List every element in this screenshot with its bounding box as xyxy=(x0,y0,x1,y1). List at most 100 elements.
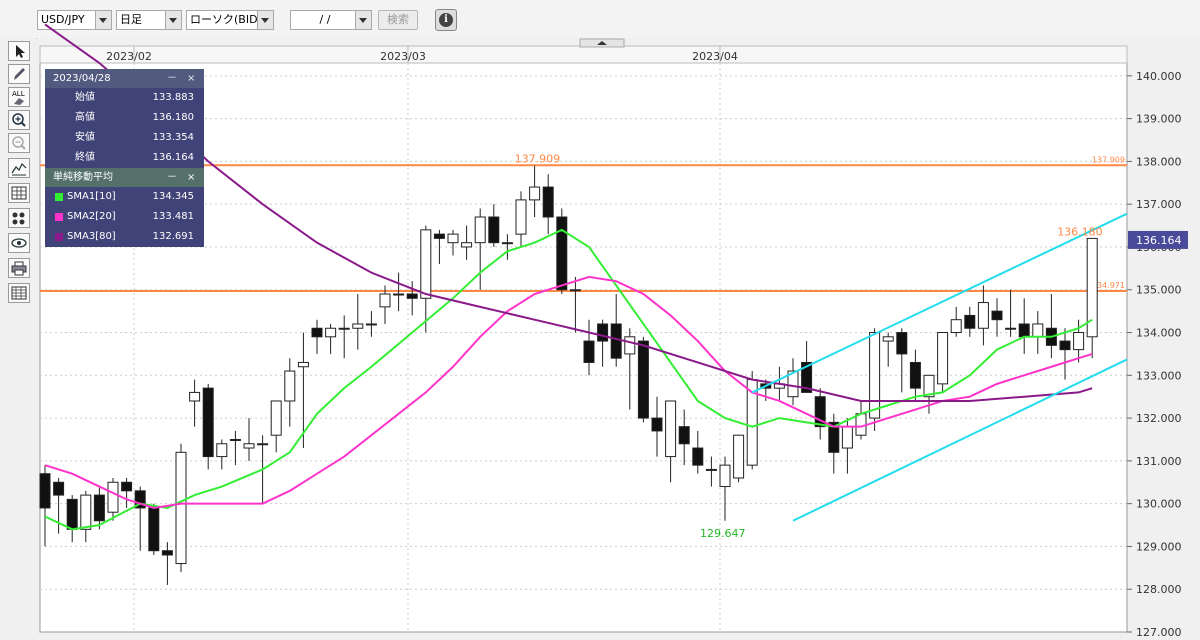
y-tick-label: 128.000 xyxy=(1136,583,1182,596)
sma-minimize-button[interactable]: － xyxy=(167,168,177,187)
y-tick-label: 129.000 xyxy=(1136,540,1182,553)
candle-body xyxy=(624,336,636,355)
sma1-row: SMA1[10] 134.345 xyxy=(45,187,204,207)
candle-body xyxy=(243,443,255,449)
candle xyxy=(937,332,949,393)
open-label: 始値 xyxy=(75,92,95,103)
sma2-row: SMA2[20] 133.481 xyxy=(45,207,204,227)
candle-body xyxy=(39,473,51,509)
low-label: 安値 xyxy=(75,132,95,143)
candle-body xyxy=(93,494,105,522)
candle-body xyxy=(1059,340,1071,351)
candle-body xyxy=(869,332,881,419)
y-tick-label: 127.000 xyxy=(1136,626,1182,639)
high-label: 高値 xyxy=(75,112,95,123)
candle-body xyxy=(229,438,241,441)
candle-body xyxy=(556,216,568,291)
price-annotation: 137.909 xyxy=(515,152,561,165)
candle-body xyxy=(665,400,677,458)
sma3-row: SMA3[80] 132.691 xyxy=(45,227,204,247)
candle-body xyxy=(950,319,962,334)
candle-body xyxy=(325,327,337,338)
horizontal-level-label: 137.909 xyxy=(1092,155,1125,164)
y-tick-label: 138.000 xyxy=(1136,155,1182,168)
date-axis-bar xyxy=(39,45,1128,64)
candle-body xyxy=(1032,323,1044,338)
sma-header: 単純移動平均 － × xyxy=(45,168,204,187)
close-value: 136.164 xyxy=(152,152,194,163)
y-tick-label: 135.000 xyxy=(1136,284,1182,297)
candle-body xyxy=(719,464,731,488)
legend-row-open: 始値 133.883 xyxy=(45,88,204,108)
candle-body xyxy=(705,468,717,471)
candle-body xyxy=(284,370,296,402)
candle-body xyxy=(651,417,663,432)
candle-body xyxy=(107,481,119,513)
candle-body xyxy=(433,233,445,239)
legend-row-low: 安値 133.354 xyxy=(45,128,204,148)
legend-row-high: 高値 136.180 xyxy=(45,108,204,128)
legend-close-button[interactable]: × xyxy=(187,69,195,88)
legend-minimize-button[interactable]: － xyxy=(167,69,177,88)
candle-body xyxy=(420,229,432,299)
candle xyxy=(175,443,187,573)
candle-body xyxy=(515,199,527,235)
candle xyxy=(637,336,649,423)
legend-date: 2023/04/28 xyxy=(53,73,111,84)
candle-body xyxy=(148,507,160,552)
candle-body xyxy=(937,332,949,385)
y-tick-label: 131.000 xyxy=(1136,455,1182,468)
sma-close-button[interactable]: × xyxy=(187,168,195,187)
candle-body xyxy=(379,293,391,308)
candle-body xyxy=(610,323,622,359)
sma1-label: SMA1[10] xyxy=(67,191,116,202)
y-tick-label: 133.000 xyxy=(1136,369,1182,382)
legend-header: 2023/04/28 － × xyxy=(45,69,204,88)
candle-body xyxy=(678,426,690,445)
candle-body xyxy=(733,434,745,479)
sma1-swatch xyxy=(55,193,63,201)
candle-body xyxy=(257,443,269,446)
low-value: 133.354 xyxy=(152,132,194,143)
candle-body xyxy=(882,336,894,342)
candle-body xyxy=(488,216,500,244)
candle-body xyxy=(896,332,908,355)
y-tick-label: 137.000 xyxy=(1136,198,1182,211)
candle-body xyxy=(597,323,609,342)
x-tick-label: 2023/02 xyxy=(106,50,152,63)
sma2-label: SMA2[20] xyxy=(67,211,116,222)
candle-body xyxy=(53,481,65,496)
candle-body xyxy=(1073,332,1085,351)
price-annotation: 136.180 xyxy=(1057,225,1103,238)
candle-body xyxy=(637,340,649,419)
candle-body xyxy=(692,447,704,466)
candle-body xyxy=(202,387,214,458)
close-label: 終値 xyxy=(75,152,95,163)
x-tick-label: 2023/03 xyxy=(380,50,426,63)
high-value: 136.180 xyxy=(152,112,194,123)
y-tick-label: 134.000 xyxy=(1136,327,1182,340)
candle-body xyxy=(529,186,541,201)
price-annotation: 129.647 xyxy=(700,527,746,540)
candle-body xyxy=(542,186,554,218)
candle-body xyxy=(1005,327,1017,330)
y-tick-label: 130.000 xyxy=(1136,498,1182,511)
y-tick-label: 140.000 xyxy=(1136,70,1182,83)
candle-body xyxy=(161,550,173,556)
candle-body xyxy=(393,293,405,296)
candle-body xyxy=(297,361,309,368)
candle xyxy=(148,503,160,555)
y-tick-label: 132.000 xyxy=(1136,412,1182,425)
candle xyxy=(869,328,881,431)
sma2-swatch xyxy=(55,213,63,221)
candle-body xyxy=(406,293,418,299)
candle-body xyxy=(338,327,350,330)
sma3-label: SMA3[80] xyxy=(67,231,116,242)
candle-body xyxy=(841,426,853,449)
candle-body xyxy=(977,302,989,329)
candle-body xyxy=(189,391,201,402)
candle-body xyxy=(964,314,976,329)
candle-body xyxy=(121,481,133,492)
candle-body xyxy=(447,233,459,244)
candle-body xyxy=(80,494,92,530)
